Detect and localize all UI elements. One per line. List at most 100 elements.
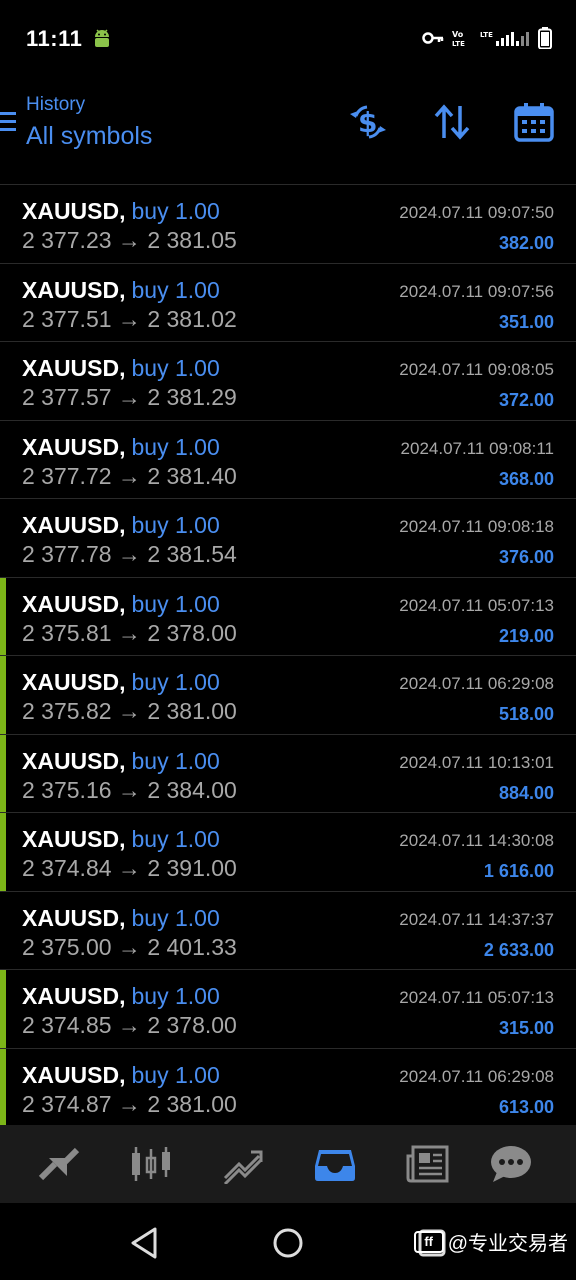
symbol-name: XAUUSD,: [22, 276, 126, 303]
symbol-filter[interactable]: All symbols: [26, 122, 152, 151]
row-marker: [0, 577, 6, 655]
trade-symbol: XAUUSD, buy 1.00: [22, 198, 220, 225]
open-price: 2 375.82: [22, 698, 112, 724]
chart-icon[interactable]: [126, 1139, 176, 1189]
home-icon[interactable]: [268, 1223, 308, 1263]
trade-profit: 372.00: [498, 390, 554, 410]
trade-datetime: 2024.07.11 14:30:08: [399, 831, 554, 850]
trade-row[interactable]: XAUUSD, buy 1.00 2 374.85 → 2 378.00 2024.0…: [0, 970, 576, 1049]
open-price: 2 377.57: [22, 384, 112, 410]
watermark: ff @专业交易者: [413, 1227, 568, 1256]
trade-datetime: 2024.07.11 09:08:05: [399, 360, 554, 379]
close-price: 2 381.00: [147, 1090, 237, 1117]
trade-direction: buy 1.00: [131, 1061, 220, 1088]
trade-symbol: XAUUSD, buy 1.00: [22, 355, 220, 382]
trade-row[interactable]: XAUUSD, buy 1.00 2 375.00 → 2 401.33 2024.0…: [0, 892, 576, 970]
trade-symbol: XAUUSD, buy 1.00: [22, 669, 220, 696]
trade-direction: buy 1.00: [131, 983, 220, 1009]
trade-prices: 2 374.85 → 2 378.00: [22, 1012, 237, 1039]
trade-row[interactable]: XAUUSD, buy 1.00 2 375.82 → 2 381.00 2024.0…: [0, 656, 576, 735]
close-price: 2 378.00: [147, 619, 237, 646]
trade-direction: buy 1.00: [131, 512, 220, 538]
android-debug-icon: [92, 28, 112, 50]
trade-prices: 2 377.51 → 2 381.02: [22, 306, 237, 333]
row-marker: [0, 1048, 6, 1125]
trade-row[interactable]: XAUUSD, buy 1.00 2 377.57 → 2 381.29 2024.0…: [0, 342, 576, 421]
trade-direction: buy 1.00: [131, 198, 220, 224]
trade-history-list[interactable]: XAUUSD, buy 1.00 2 377.23 → 2 381.05 2024.0…: [0, 158, 576, 1125]
page-subtitle: History: [26, 94, 86, 115]
trade-datetime: 2024.07.11 05:07:13: [399, 988, 554, 1007]
trade-direction: buy 1.00: [131, 590, 220, 617]
trade-datetime: 2024.07.11 06:29:08: [399, 1066, 554, 1086]
trade-direction: buy 1.00: [131, 826, 220, 852]
arrow-icon: →: [117, 855, 141, 881]
sort-icon[interactable]: [430, 100, 474, 144]
trade-row[interactable]: XAUUSD, buy 1.00 2 374.84 → 2 391.00 2024.0…: [0, 813, 576, 892]
status-bar: 11:11 Vo LTE LTE: [0, 0, 576, 80]
trade-datetime: 2024.07.11 09:07:50: [399, 203, 554, 222]
trade-profit: 368.00: [498, 468, 554, 489]
trade-symbol: XAUUSD, buy 1.00: [22, 434, 220, 461]
arrow-icon: →: [117, 776, 141, 803]
open-price: 2 374.85: [22, 1012, 112, 1038]
trade-direction: buy 1.00: [131, 276, 220, 303]
open-price: 2 374.87: [22, 1090, 112, 1117]
trade-profit: 1 616.00: [483, 861, 554, 881]
trade-direction: buy 1.00: [131, 747, 220, 774]
deposit-withdraw-icon[interactable]: $: [346, 100, 390, 144]
trade-row[interactable]: XAUUSD, buy 1.00 2 375.16 → 2 384.00 2024.0…: [0, 734, 576, 813]
trade-direction: buy 1.00: [131, 904, 220, 931]
open-price: 2 377.51: [22, 305, 112, 332]
trade-row[interactable]: XAUUSD, buy 1.00 2 377.78 → 2 381.54 2024.0…: [0, 499, 576, 578]
trade-icon[interactable]: [218, 1139, 268, 1189]
trade-prices: 2 375.00 → 2 401.33: [22, 934, 237, 961]
svg-text:Vo: Vo: [452, 30, 464, 39]
menu-icon[interactable]: [0, 110, 18, 132]
symbol-name: XAUUSD,: [22, 983, 126, 1009]
arrow-icon: →: [117, 933, 141, 960]
history-icon[interactable]: [310, 1139, 360, 1189]
open-price: 2 377.72: [22, 462, 112, 489]
open-price: 2 377.78: [22, 541, 112, 567]
partial-row: [0, 158, 576, 185]
row-marker: [0, 813, 6, 891]
trade-datetime: 2024.07.11 14:37:37: [399, 909, 554, 929]
trade-row[interactable]: XAUUSD, buy 1.00 2 377.72 → 2 381.40 2024.0…: [0, 421, 576, 499]
system-nav: ff @专业交易者: [0, 1203, 576, 1280]
arrow-icon: →: [117, 462, 141, 489]
trade-row[interactable]: XAUUSD, buy 1.00 2 377.23 → 2 381.05 2024.0…: [0, 185, 576, 264]
trade-symbol: XAUUSD, buy 1.00: [22, 277, 220, 304]
close-price: 2 401.33: [147, 933, 237, 960]
trade-datetime: 2024.07.11 09:08:11: [400, 438, 554, 458]
row-marker: [0, 970, 6, 1048]
trade-prices: 2 377.72 → 2 381.40: [22, 463, 237, 490]
trade-profit: 518.00: [498, 704, 554, 724]
quotes-icon[interactable]: [34, 1139, 84, 1189]
news-icon[interactable]: [402, 1139, 452, 1189]
arrow-icon: →: [117, 227, 141, 253]
close-price: 2 381.29: [147, 384, 237, 410]
trade-prices: 2 375.16 → 2 384.00: [22, 777, 237, 804]
symbol-name: XAUUSD,: [22, 198, 126, 224]
trade-row[interactable]: XAUUSD, buy 1.00 2 374.87 → 2 381.00 2024.0…: [0, 1048, 576, 1125]
open-price: 2 374.84: [22, 855, 112, 881]
close-price: 2 378.00: [147, 1012, 237, 1038]
trade-profit: 884.00: [498, 782, 554, 803]
close-price: 2 391.00: [147, 855, 237, 881]
trade-datetime: 2024.07.11 05:07:13: [399, 595, 554, 615]
svg-text:LTE: LTE: [452, 40, 465, 47]
arrow-icon: →: [117, 698, 141, 724]
open-price: 2 375.81: [22, 619, 112, 646]
symbol-name: XAUUSD,: [22, 904, 126, 931]
calendar-icon[interactable]: [512, 100, 556, 144]
chat-icon[interactable]: [486, 1139, 536, 1189]
close-price: 2 381.00: [147, 698, 237, 724]
open-price: 2 375.00: [22, 933, 112, 960]
trade-row[interactable]: XAUUSD, buy 1.00 2 377.51 → 2 381.02 2024.0…: [0, 264, 576, 342]
trade-prices: 2 375.81 → 2 378.00: [22, 620, 237, 647]
trade-profit: 376.00: [498, 547, 554, 567]
back-icon[interactable]: [124, 1223, 164, 1263]
trade-symbol: XAUUSD, buy 1.00: [22, 1062, 220, 1089]
trade-row[interactable]: XAUUSD, buy 1.00 2 375.81 → 2 378.00 2024.0…: [0, 577, 576, 656]
